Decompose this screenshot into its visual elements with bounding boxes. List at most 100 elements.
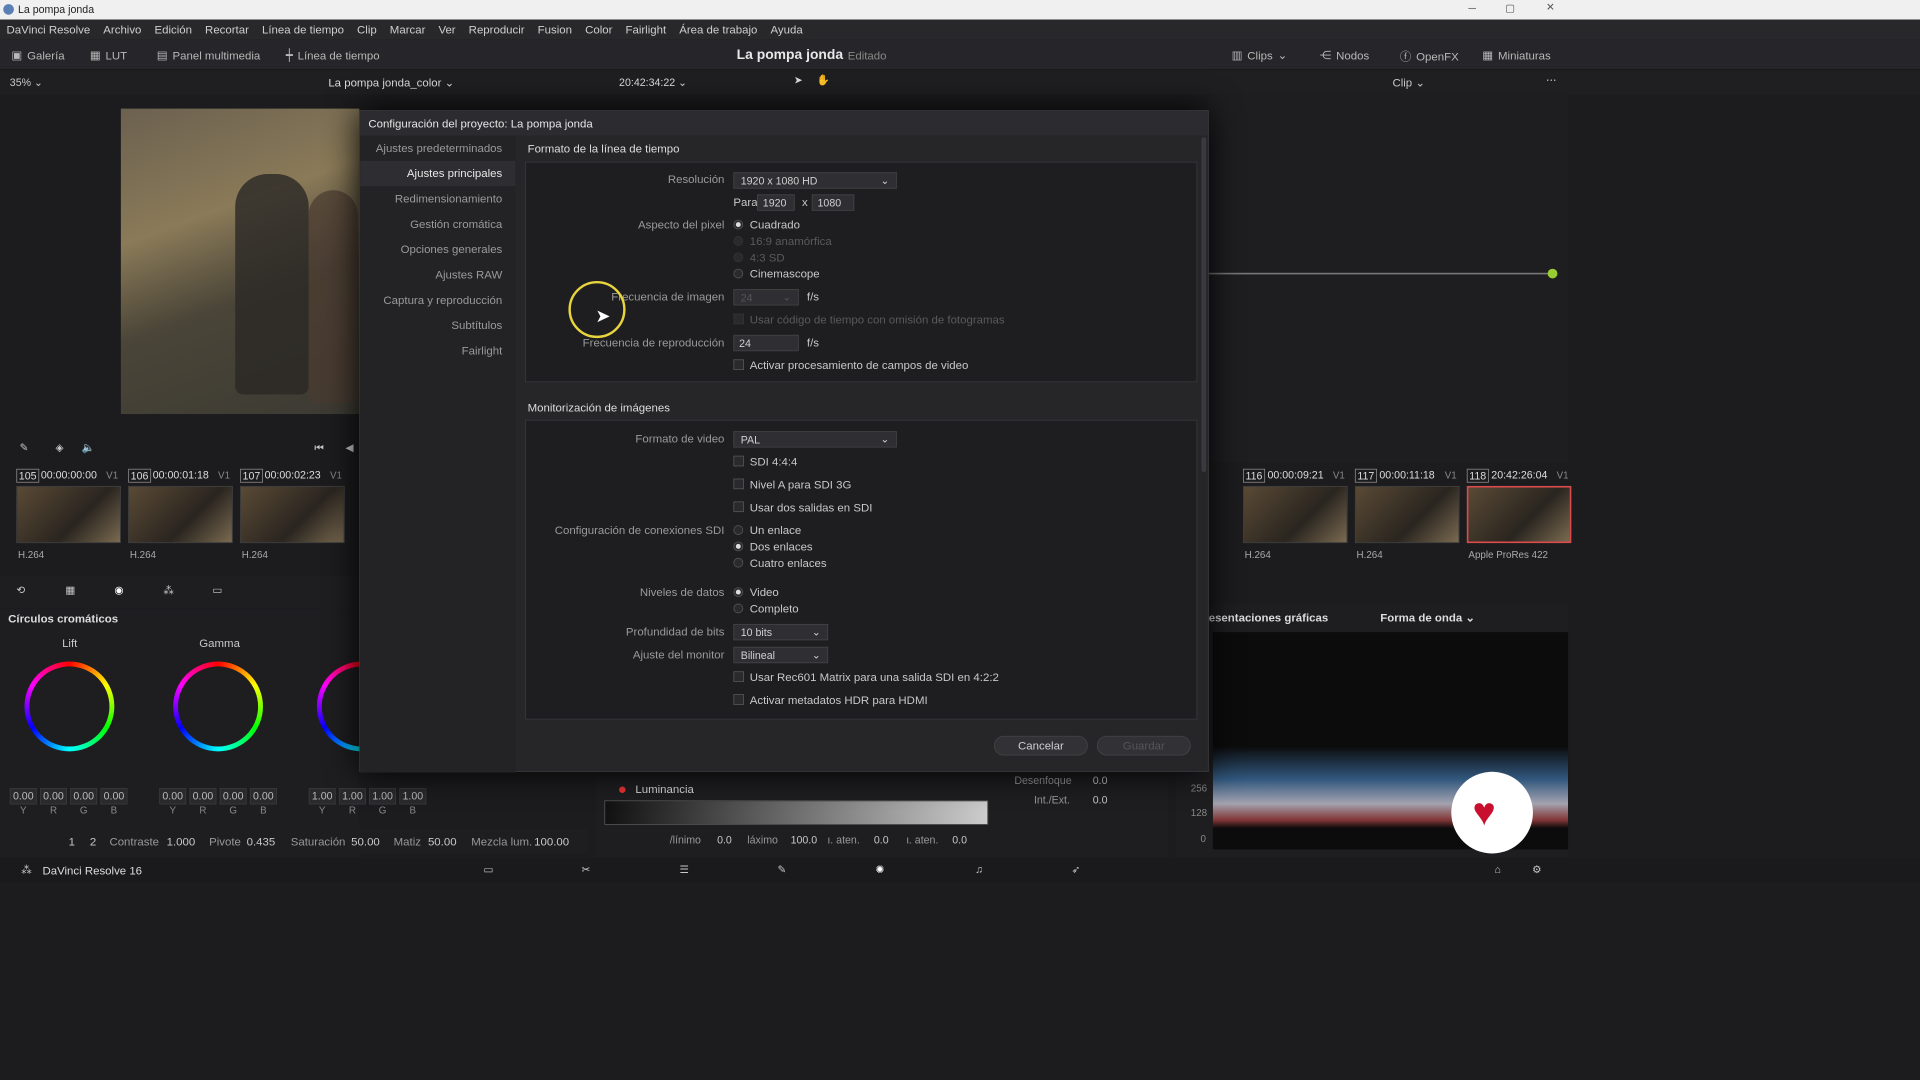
saturacion-value[interactable]: 50.00 <box>351 835 380 848</box>
menu-item[interactable]: Ayuda <box>764 23 809 36</box>
wheel-value[interactable]: 0.00 <box>219 788 247 805</box>
minimize-icon[interactable]: ─ <box>1468 2 1476 14</box>
settings-nav-item[interactable]: Ajustes RAW <box>360 262 515 287</box>
page-edit-icon[interactable]: ☰ <box>679 863 689 876</box>
play-back-icon[interactable]: ◀ <box>345 441 353 454</box>
page-deliver-icon[interactable]: ➶ <box>1072 863 1081 876</box>
wheel-value[interactable]: 0.00 <box>9 788 37 805</box>
clip-thumbnail[interactable] <box>16 485 121 544</box>
pointer-icon[interactable]: ➤ <box>794 74 803 87</box>
wheel-value[interactable]: 1.00 <box>338 788 366 805</box>
menu-item[interactable]: Fusion <box>531 23 578 36</box>
clip-thumbnail[interactable] <box>240 485 345 544</box>
settings-nav-item[interactable]: Redimensionamiento <box>360 186 515 211</box>
clip-thumbnail[interactable] <box>1354 485 1460 544</box>
clip-thumbnail[interactable] <box>1243 485 1348 544</box>
menu-item[interactable]: Clip <box>351 23 384 36</box>
sdi-radio-un[interactable] <box>733 525 744 535</box>
menu-item[interactable]: DaVinci Resolve <box>0 23 97 36</box>
minimo-value[interactable]: 0.0 <box>717 834 732 846</box>
pivote-value[interactable]: 0.435 <box>247 835 276 848</box>
maximo-value[interactable]: 100.0 <box>791 834 818 846</box>
dialog-scrollbar[interactable] <box>1201 137 1207 473</box>
menu-item[interactable]: Marcar <box>383 23 432 36</box>
wheel-value[interactable]: 0.00 <box>100 788 128 805</box>
ajuste-dropdown[interactable]: Bilineal ⌄ <box>733 646 829 664</box>
menu-item[interactable]: Recortar <box>199 23 256 36</box>
luminance-gradient[interactable] <box>604 800 989 825</box>
intext-value[interactable]: 0.0 <box>1093 794 1108 806</box>
clip-item[interactable]: 116 00:00:09:21 V1 H.264 <box>1240 466 1348 564</box>
clip-select[interactable]: Clip ⌄ <box>1392 76 1424 90</box>
settings-nav-item[interactable]: Ajustes predeterminados <box>360 136 515 161</box>
primaries-page-2[interactable]: 2 <box>90 835 96 848</box>
settings-nav-item[interactable]: Captura y reproducción <box>360 287 515 312</box>
matiz-value[interactable]: 50.00 <box>428 835 457 848</box>
clip-thumbnail[interactable] <box>128 485 233 544</box>
clips-button[interactable]: ▥ Clips ⌄ <box>1232 48 1288 62</box>
settings-nav-item[interactable]: Fairlight <box>360 338 515 363</box>
galeria-button[interactable]: ▣ Galería <box>11 48 64 62</box>
settings-icon[interactable]: ⚙ <box>1532 863 1542 876</box>
sdi-radio-dos[interactable] <box>733 541 744 552</box>
gamma-wheel[interactable] <box>173 661 263 752</box>
scope-mode[interactable]: Forma de onda ⌄ <box>1380 611 1475 625</box>
aspecto-radio-cinemascope[interactable] <box>733 268 744 279</box>
layers-icon[interactable]: ◈ <box>56 441 64 454</box>
lift-wheel[interactable] <box>24 661 115 752</box>
menu-item[interactable]: Reproducir <box>462 23 531 36</box>
wheel-value[interactable]: 0.00 <box>40 788 67 805</box>
niveles-radio-video[interactable] <box>733 587 744 598</box>
panel-multimedia-button[interactable]: ▤ Panel multimedia <box>157 48 260 62</box>
aspecto-radio-cuadrado[interactable] <box>733 219 744 230</box>
prof-dropdown[interactable]: 10 bits ⌄ <box>733 623 829 641</box>
clip-item[interactable]: 117 00:00:11:18 V1 H.264 <box>1352 466 1460 564</box>
hdr-checkbox[interactable] <box>733 694 745 705</box>
wheel-value[interactable]: 0.00 <box>249 788 277 805</box>
primaries-page-1[interactable]: 1 <box>69 835 75 848</box>
wheel-value[interactable]: 1.00 <box>308 788 336 805</box>
contraste-value[interactable]: 1.000 <box>167 835 196 848</box>
page-fusion-icon[interactable]: ✎ <box>777 863 786 876</box>
mezcla-value[interactable]: 100.00 <box>534 835 569 848</box>
openfx-button[interactable]: ⓕ OpenFX <box>1400 48 1459 64</box>
settings-nav-item[interactable]: Subtítulos <box>360 313 515 338</box>
picker-icon[interactable]: ✎ <box>20 441 29 454</box>
nodos-button[interactable]: ⋲ Nodos <box>1320 48 1369 62</box>
speaker-icon[interactable]: 🔈 <box>82 441 95 454</box>
settings-nav-item[interactable]: Gestión cromática <box>360 212 515 237</box>
timecode-display[interactable]: 20:42:34:22 ⌄ <box>619 76 687 89</box>
maximize-icon[interactable]: ▢ <box>1505 2 1515 15</box>
linea-tiempo-button[interactable]: ┿ Línea de tiempo <box>286 48 380 62</box>
more-icon[interactable]: ⋯ <box>1546 74 1557 87</box>
settings-nav-item[interactable]: Ajustes principales <box>360 160 516 187</box>
wheel-value[interactable]: 0.00 <box>189 788 217 805</box>
home-icon[interactable]: ⌂ <box>1495 863 1501 875</box>
clip-item[interactable]: 107 00:00:02:23 V1 H.264 <box>237 466 345 564</box>
atenuacion2-value[interactable]: 0.0 <box>952 834 967 846</box>
miniaturas-button[interactable]: ▦ Miniaturas <box>1482 48 1550 62</box>
rec601-checkbox[interactable] <box>733 671 745 682</box>
wheel-value[interactable]: 1.00 <box>369 788 397 805</box>
menu-item[interactable]: Color <box>579 23 619 36</box>
menu-item[interactable]: Área de trabajo <box>673 23 764 36</box>
clip-item[interactable]: 105 00:00:00:00 V1 H.264 <box>13 466 121 564</box>
lut-button[interactable]: ▦ LUT <box>90 48 127 62</box>
color-match-icon[interactable]: ▦ <box>65 584 75 597</box>
desenfoque-value[interactable]: 0.0 <box>1093 774 1108 786</box>
menu-item[interactable]: Archivo <box>97 23 148 36</box>
cancel-button[interactable]: Cancelar <box>993 735 1088 756</box>
page-fairlight-icon[interactable]: ♫ <box>975 863 983 875</box>
niveles-radio-completo[interactable] <box>733 603 744 614</box>
sdi444-checkbox[interactable] <box>733 455 745 467</box>
camera-raw-icon[interactable]: ⟲ <box>16 584 25 597</box>
menu-item[interactable]: Fairlight <box>619 23 673 36</box>
clip-item[interactable]: 106 00:00:01:18 V1 H.264 <box>125 466 233 564</box>
page-color-icon[interactable]: ✺ <box>876 863 885 876</box>
nivela-checkbox[interactable] <box>733 478 745 490</box>
formato-dropdown[interactable]: PAL ⌄ <box>733 431 897 448</box>
resolucion-dropdown[interactable]: 1920 x 1080 HD ⌄ <box>733 172 897 189</box>
settings-nav-item[interactable]: Opciones generales <box>360 237 515 262</box>
zoom-select[interactable]: 35% ⌄ <box>10 76 43 89</box>
timeline-select[interactable]: La pompa jonda_color ⌄ <box>328 76 454 90</box>
